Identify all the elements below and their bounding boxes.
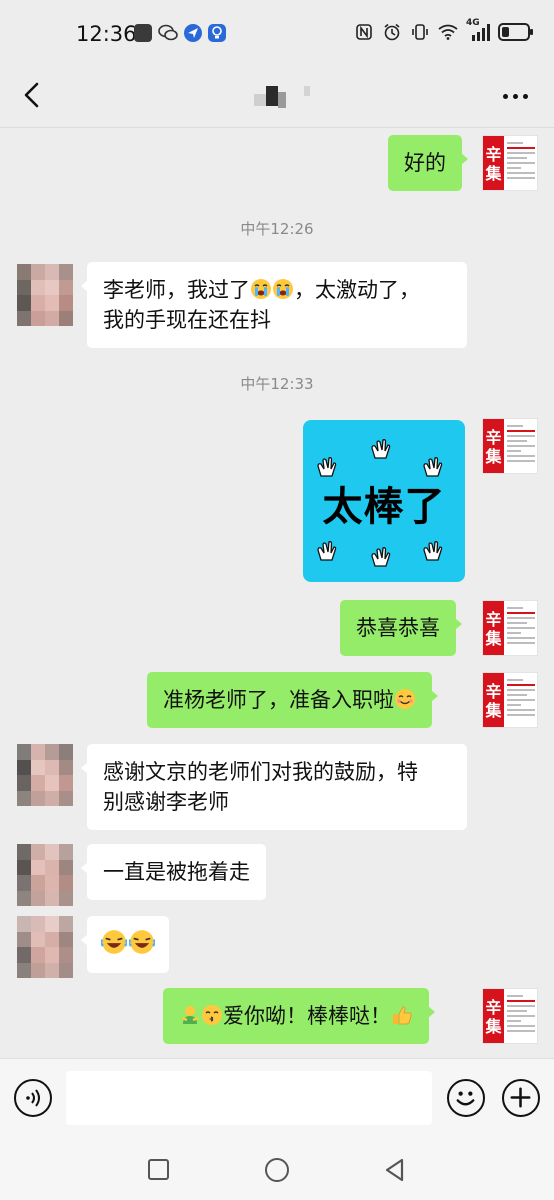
contact-avatar[interactable] (17, 844, 73, 906)
title-mosaic (278, 92, 286, 108)
avatar-text-lines (507, 607, 535, 647)
more-dots-icon (522, 93, 528, 99)
battery-level (502, 27, 510, 37)
system-navigation-bar (0, 1140, 554, 1200)
chevron-left-icon (24, 82, 39, 108)
my-avatar[interactable]: 辛集 (482, 135, 538, 191)
message-bubble-mine[interactable]: 准杨老师了，准备入职啦 (147, 672, 438, 728)
title-mosaic (266, 86, 278, 106)
more-button[interactable] (496, 82, 534, 110)
avatar-logo: 辛集 (483, 419, 504, 473)
status-time: 12:36 (76, 22, 137, 46)
clapping-hands-icon (423, 541, 443, 561)
smiling-emoji-icon (395, 689, 415, 709)
bulb-icon (208, 24, 226, 42)
message-bubble-other[interactable]: 感谢文京的老师们对我的鼓励，特 别感谢李老师 (81, 744, 467, 830)
laughing-tears-emoji-icon (101, 930, 127, 954)
sticker-message[interactable]: 太棒了 (303, 420, 465, 582)
message-text: 别感谢李老师 (103, 790, 229, 814)
avatar-logo: 辛集 (483, 989, 504, 1043)
status-app-icons (134, 24, 226, 42)
message-text: ，太激动了， (294, 278, 420, 302)
back-icon[interactable] (382, 1157, 408, 1183)
emoji-icon (456, 1091, 475, 1106)
message-list[interactable]: 辛集 好的 中午12:26 李老师，我过了 ，太激动了， 我的手现在还在抖 中午1… (0, 129, 554, 1057)
my-avatar[interactable]: 辛集 (482, 418, 538, 474)
hug-emoji-icon (181, 1006, 199, 1024)
my-avatar[interactable]: 辛集 (482, 600, 538, 656)
avatar-text-lines (507, 679, 535, 719)
crying-emoji-icon (251, 279, 271, 299)
my-avatar[interactable]: 辛集 (482, 672, 538, 728)
message-text: 我的手现在还在抖 (103, 308, 271, 332)
plus-icon (510, 1087, 531, 1108)
message-text: 一直是被拖着走 (103, 860, 250, 884)
message-text: 爱你呦！棒棒哒！ (223, 1004, 391, 1028)
clapping-hands-icon (371, 547, 391, 567)
clapping-hands-icon (317, 541, 337, 561)
avatar-logo: 辛集 (483, 601, 504, 655)
battery-icon (498, 23, 533, 41)
sticker-text: 太棒了 (322, 483, 446, 530)
message-bubble-other[interactable]: 一直是被拖着走 (81, 844, 266, 900)
timestamp: 中午12:26 (240, 220, 314, 238)
message-bubble-other[interactable] (81, 916, 169, 973)
message-bubble-mine[interactable]: 爱你呦！棒棒哒！ (163, 988, 435, 1044)
plus-button[interactable] (502, 1079, 540, 1117)
input-bar (0, 1058, 554, 1140)
notification-app-icon (134, 24, 152, 42)
avatar-text-lines (507, 425, 535, 465)
title-mosaic (254, 94, 266, 106)
message-bubble-mine[interactable]: 恭喜恭喜 (340, 600, 462, 656)
avatar-text-lines (507, 995, 535, 1035)
status-right-icons: 4G (354, 18, 533, 42)
back-button[interactable] (14, 78, 48, 112)
title-mosaic (304, 86, 310, 96)
clapping-hands-icon (317, 457, 337, 477)
message-text: 感谢文京的老师们对我的鼓励，特 (103, 760, 418, 784)
wechat-icon (158, 24, 178, 42)
message-text: 好的 (404, 151, 446, 175)
my-avatar[interactable]: 辛集 (482, 988, 538, 1044)
message-text: 准杨老师了，准备入职啦 (163, 688, 394, 712)
message-input[interactable] (66, 1071, 432, 1125)
emoji-button[interactable] (447, 1079, 485, 1117)
voice-icon (26, 1089, 40, 1107)
more-dots-icon (502, 93, 508, 99)
crying-emoji-icon (273, 279, 293, 299)
clapping-hands-icon (371, 439, 391, 459)
avatar-logo: 辛集 (483, 136, 504, 190)
voice-button[interactable] (14, 1079, 52, 1117)
vibrate-icon (410, 22, 430, 42)
alarm-icon (382, 22, 402, 42)
contact-avatar[interactable] (17, 916, 73, 978)
chat-title-obscured (244, 82, 314, 110)
contact-avatar[interactable] (17, 264, 73, 326)
nfc-icon (354, 22, 374, 42)
recent-apps-icon[interactable] (148, 1159, 169, 1180)
contact-avatar[interactable] (17, 744, 73, 806)
wifi-icon (438, 22, 458, 42)
message-bubble-mine[interactable]: 好的 (388, 135, 468, 191)
message-bubble-other[interactable]: 李老师，我过了 ，太激动了， 我的手现在还在抖 (81, 262, 467, 348)
clapping-hands-icon (423, 457, 443, 477)
message-text: 李老师，我过了 (103, 278, 250, 302)
more-dots-icon (512, 93, 518, 99)
kiss-emoji-icon (202, 1005, 222, 1025)
avatar-text-lines (507, 142, 535, 182)
chat-header (0, 64, 554, 128)
home-icon[interactable] (265, 1158, 289, 1182)
avatar-logo: 辛集 (483, 673, 504, 727)
thumbs-up-emoji-icon (393, 1006, 412, 1025)
status-bar: 12:36 4G (0, 0, 554, 64)
timestamp: 中午12:33 (240, 375, 314, 393)
message-text: 恭喜恭喜 (356, 616, 440, 640)
laughing-tears-emoji-icon (129, 930, 155, 954)
navigation-icon (184, 24, 202, 42)
signal-icon: 4G (466, 18, 490, 42)
